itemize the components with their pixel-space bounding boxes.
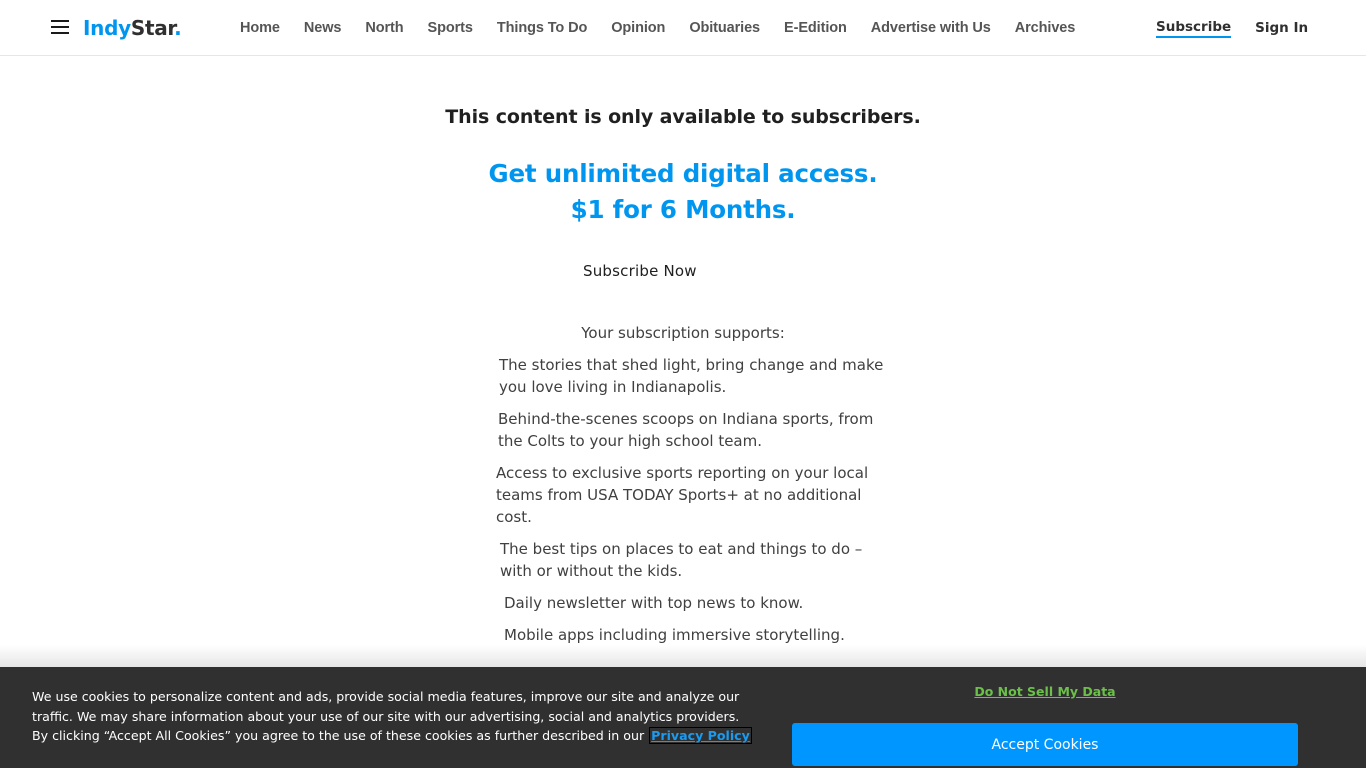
- logo-part-indy: Indy: [83, 16, 131, 40]
- hamburger-line: [51, 26, 69, 28]
- benefit-item: Behind-the-scenes scoops on Indiana spor…: [498, 410, 874, 450]
- cookie-notice-body: We use cookies to personalize content an…: [32, 689, 740, 744]
- nav-archives[interactable]: Archives: [1003, 20, 1087, 36]
- privacy-policy-link[interactable]: Privacy Policy: [649, 727, 752, 745]
- main-nav: Home News North Sports Things To Do Opin…: [228, 0, 1087, 56]
- nav-news[interactable]: News: [292, 20, 353, 36]
- hamburger-menu-icon[interactable]: [51, 20, 69, 34]
- do-not-sell-link[interactable]: Do Not Sell My Data: [792, 684, 1298, 699]
- benefit-item: Mobile apps including immersive storytel…: [504, 626, 845, 644]
- indystar-logo[interactable]: IndyStar.: [83, 15, 182, 41]
- subscribe-link[interactable]: Subscribe: [1156, 19, 1232, 38]
- paywall-title: This content is only available to subscr…: [445, 106, 921, 128]
- offer-line-2: $1 for 6 Months.: [570, 195, 796, 224]
- nav-obituaries[interactable]: Obituaries: [677, 20, 772, 36]
- hamburger-line: [51, 20, 69, 22]
- accept-cookies-button[interactable]: Accept Cookies: [792, 723, 1298, 766]
- site-header: IndyStar. Home News North Sports Things …: [0, 0, 1366, 56]
- nav-things-to-do[interactable]: Things To Do: [485, 20, 599, 36]
- nav-e-edition[interactable]: E-Edition: [772, 20, 859, 36]
- nav-north[interactable]: North: [353, 20, 415, 36]
- sign-in-link[interactable]: Sign In: [1255, 20, 1308, 36]
- benefit-item: The best tips on places to eat and thing…: [500, 540, 863, 580]
- subscribe-now-button[interactable]: Subscribe Now: [583, 262, 697, 280]
- content-fade: [0, 645, 1366, 667]
- benefit-item: Daily newsletter with top news to know.: [504, 594, 804, 612]
- nav-opinion[interactable]: Opinion: [599, 20, 677, 36]
- nav-sports[interactable]: Sports: [416, 20, 485, 36]
- nav-advertise[interactable]: Advertise with Us: [859, 20, 1003, 36]
- logo-part-star: Star: [130, 16, 175, 40]
- supports-heading: Your subscription supports:: [581, 324, 785, 342]
- benefit-item: Access to exclusive sports reporting on …: [496, 464, 869, 526]
- offer-line-1: Get unlimited digital access.: [488, 159, 878, 188]
- account-links: Subscribe Sign In: [1156, 0, 1308, 56]
- cookie-notice-text: We use cookies to personalize content an…: [32, 687, 752, 746]
- offer-headline: Get unlimited digital access. $1 for 6 M…: [0, 156, 1366, 228]
- nav-home[interactable]: Home: [228, 20, 292, 36]
- logo-dot: .: [174, 16, 182, 40]
- benefit-item: The stories that shed light, bring chang…: [499, 356, 884, 396]
- hamburger-line: [51, 32, 69, 34]
- cookie-consent-banner: We use cookies to personalize content an…: [0, 667, 1366, 768]
